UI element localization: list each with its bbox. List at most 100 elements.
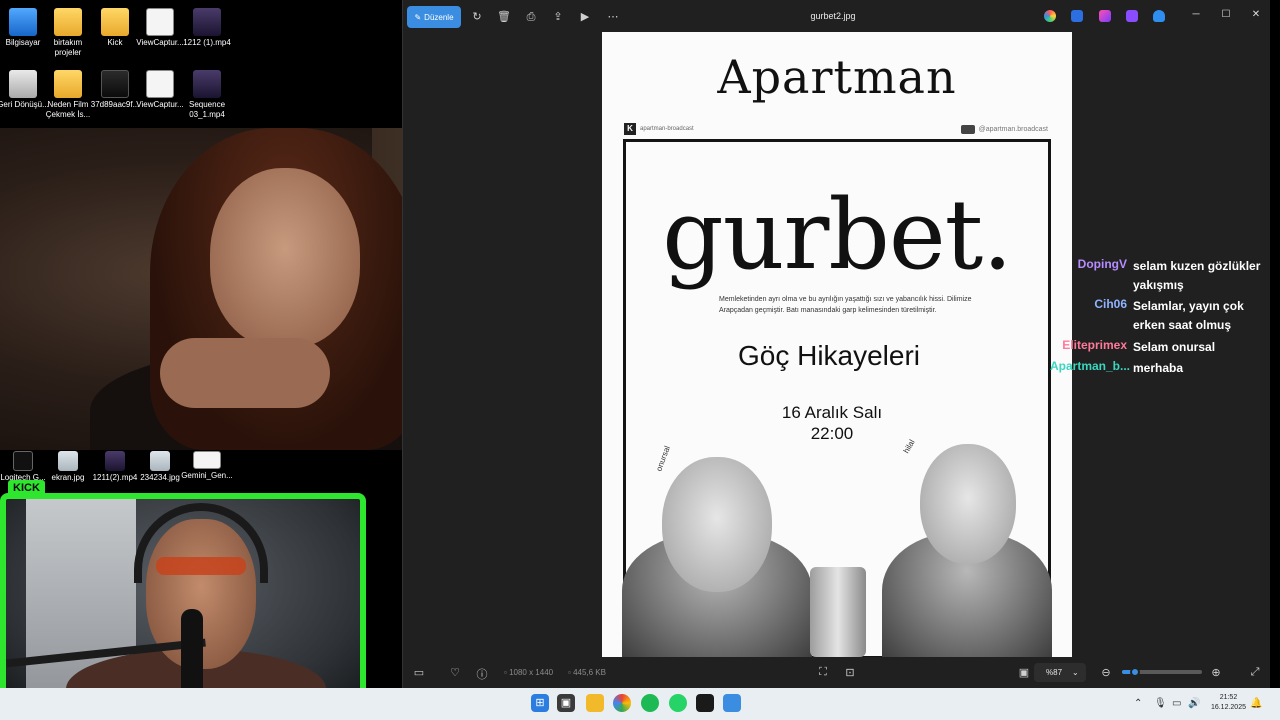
fit-to-window-icon[interactable]: ▣ — [1017, 666, 1031, 679]
video-file-icon — [193, 8, 221, 36]
more-options-icon[interactable]: ⋯ — [606, 10, 620, 24]
poster-subtitle: Göç Hikayeleri — [737, 340, 921, 371]
delete-icon[interactable]: 🗑 — [497, 10, 511, 24]
chat-username: Apartman_b... — [1050, 359, 1131, 373]
info-icon[interactable]: ⓘ — [475, 666, 489, 682]
desktop-icon-label: Bilgisayar — [5, 38, 41, 47]
poster-date: 16 Aralık Salı — [781, 403, 883, 422]
whatsapp-icon[interactable] — [669, 694, 687, 712]
taskbar: ⊞ ▣ ⌃ 🎙 ▭ 🔊 21:52 16.12.2025 🔔 — [0, 688, 1280, 720]
poster-brand-left-label: apartman-broadcast — [640, 126, 694, 132]
zoom-out-icon[interactable]: ⊖ — [1099, 666, 1113, 679]
filmstrip-icon[interactable]: ▭ — [412, 666, 426, 679]
poster-person-right-face — [920, 444, 1016, 564]
desktop-icon-neden-film[interactable]: Neden Film Çekmek İs... — [41, 70, 95, 120]
desktop-icon-label: 1211(2).mp4 — [92, 473, 138, 482]
close-icon[interactable]: ✕ — [1249, 9, 1263, 20]
visual-search-icon[interactable]: ⊡ — [843, 666, 857, 679]
kick-app-icon[interactable] — [696, 694, 714, 712]
system-clock[interactable]: 21:52 16.12.2025 — [1211, 693, 1246, 713]
zoom-slider-thumb[interactable] — [1129, 667, 1140, 677]
image-file-icon — [58, 451, 78, 471]
clock-time: 21:52 — [1219, 694, 1238, 701]
crop-icon[interactable]: ⛶ — [816, 666, 830, 679]
desktop-icon-sequence-mp4[interactable]: Sequence 03_1.mp4 — [180, 70, 234, 120]
desktop-icon-label: 1212 (1).mp4 — [183, 38, 231, 47]
designer-icon[interactable] — [1071, 10, 1083, 22]
print-icon[interactable]: ⎙ — [524, 10, 538, 24]
poster-person-left-face — [662, 457, 772, 592]
network-icon[interactable]: ▭ — [1172, 698, 1181, 709]
recycle-bin-icon — [9, 70, 37, 98]
zoom-level-dropdown[interactable]: %87 ⌄ — [1034, 663, 1086, 682]
volume-icon[interactable]: 🔊 — [1188, 698, 1200, 709]
file-explorer-icon[interactable] — [586, 694, 604, 712]
window-title: gurbet2.jpg — [810, 11, 856, 21]
favorite-heart-icon[interactable]: ♡ — [448, 666, 462, 679]
image-file-size: ▫ 445,6 KB — [568, 668, 606, 677]
poster-description: Memleketinden ayrı olma ve bu ayrılığın … — [719, 296, 972, 314]
chat-text: merhaba — [1133, 361, 1184, 375]
desktop-icon-234234-jpg[interactable]: 234234.jpg — [133, 451, 187, 483]
slideshow-icon[interactable]: ▶ — [578, 10, 592, 24]
microphone-icon[interactable]: 🎙 — [1154, 698, 1167, 709]
minimize-icon[interactable]: ─ — [1189, 9, 1203, 20]
poster-date-time: 16 Aralık Salı 22:00 — [602, 402, 1062, 444]
poster-headline: gurbet. — [662, 179, 1013, 291]
computer-icon — [9, 8, 37, 36]
edit-button[interactable]: ✎ Düzenle — [407, 6, 461, 28]
desktop-icon-ekran-jpg[interactable]: ekran.jpg — [41, 451, 95, 483]
poster-brand-right: @apartman.broadcast — [960, 125, 1048, 134]
spotify-icon[interactable] — [641, 694, 659, 712]
desktop-icon-viewcapture-2[interactable]: ViewCaptur... — [133, 70, 187, 110]
photos-titlebar: ✎ Düzenle ↻ 🗑 ⎙ ⇪ ▶ ⋯ gurbet2.jpg ─ ☐ ✕ — [403, 0, 1271, 34]
chat-text: Selamlar, yayın çok erken saat olmuş — [1133, 299, 1244, 332]
chrome-icon[interactable] — [613, 694, 631, 712]
folder-icon — [101, 8, 129, 36]
fullscreen-icon[interactable]: ⤢ — [1248, 666, 1262, 679]
video-file-icon — [193, 70, 221, 98]
chat-username: Cih06 — [1094, 297, 1127, 311]
zoom-slider[interactable] — [1122, 667, 1202, 677]
image-file-icon — [146, 70, 174, 98]
rotate-icon[interactable]: ↻ — [470, 10, 484, 24]
edit-icon: ✎ — [414, 12, 422, 22]
clipchamp-icon[interactable] — [1099, 10, 1111, 22]
photos-app-icon[interactable] — [723, 694, 741, 712]
desktop-icon-label: Sequence 03_1.mp4 — [188, 100, 226, 119]
notification-bell-icon[interactable]: 🔔 — [1250, 698, 1262, 709]
kick-overlay-badge: KICK — [8, 480, 45, 496]
chat-username: DopingV — [1077, 257, 1127, 271]
share-icon[interactable]: ⇪ — [551, 10, 565, 24]
image-viewer[interactable]: Apartman K apartman-broadcast @apartman.… — [602, 32, 1072, 657]
video-editor-icon[interactable] — [1126, 10, 1138, 22]
desktop-icon-birtakim-projeler[interactable]: birtakım projeler — [41, 8, 95, 58]
desktop-icon-gemini[interactable]: Gemini_Gen... — [180, 451, 234, 481]
maximize-icon[interactable]: ☐ — [1219, 9, 1233, 20]
desktop-icon-label: ViewCaptur... — [136, 38, 184, 47]
copilot-icon[interactable] — [1044, 10, 1056, 22]
chat-text: selam kuzen gözlükler yakışmış — [1133, 259, 1261, 292]
guest-hand — [160, 338, 330, 408]
chevron-up-icon[interactable]: ⌃ — [1134, 698, 1142, 709]
desktop-icon-viewcapture-1[interactable]: ViewCaptur... — [133, 8, 187, 48]
chat-message: Eliteprimex Selam onursal — [1050, 338, 1280, 357]
guest-face — [210, 168, 360, 348]
youtube-icon — [960, 125, 975, 134]
image-file-icon — [146, 8, 174, 36]
kick-logo-icon: K — [624, 123, 636, 135]
chevron-down-icon: ⌄ — [1072, 668, 1079, 677]
poster-brand-left: K apartman-broadcast — [624, 123, 694, 135]
image-dimensions: ▫ 1080 x 1440 — [504, 668, 553, 677]
desktop-icon-label: ekran.jpg — [51, 473, 85, 482]
microphone — [181, 609, 203, 699]
task-view-icon[interactable]: ▣ — [557, 694, 575, 712]
dimensions-value: 1080 x 1440 — [509, 668, 554, 677]
image-file-icon — [193, 451, 221, 469]
onedrive-icon[interactable] — [1153, 10, 1165, 22]
start-icon[interactable]: ⊞ — [531, 694, 549, 712]
webcam-streamer — [0, 493, 366, 715]
zoom-in-icon[interactable]: ⊕ — [1209, 666, 1223, 679]
screen: Bilgisayar birtakım projeler Kick ViewCa… — [0, 0, 1280, 720]
desktop-icon-1212-mp4[interactable]: 1212 (1).mp4 — [180, 8, 234, 48]
